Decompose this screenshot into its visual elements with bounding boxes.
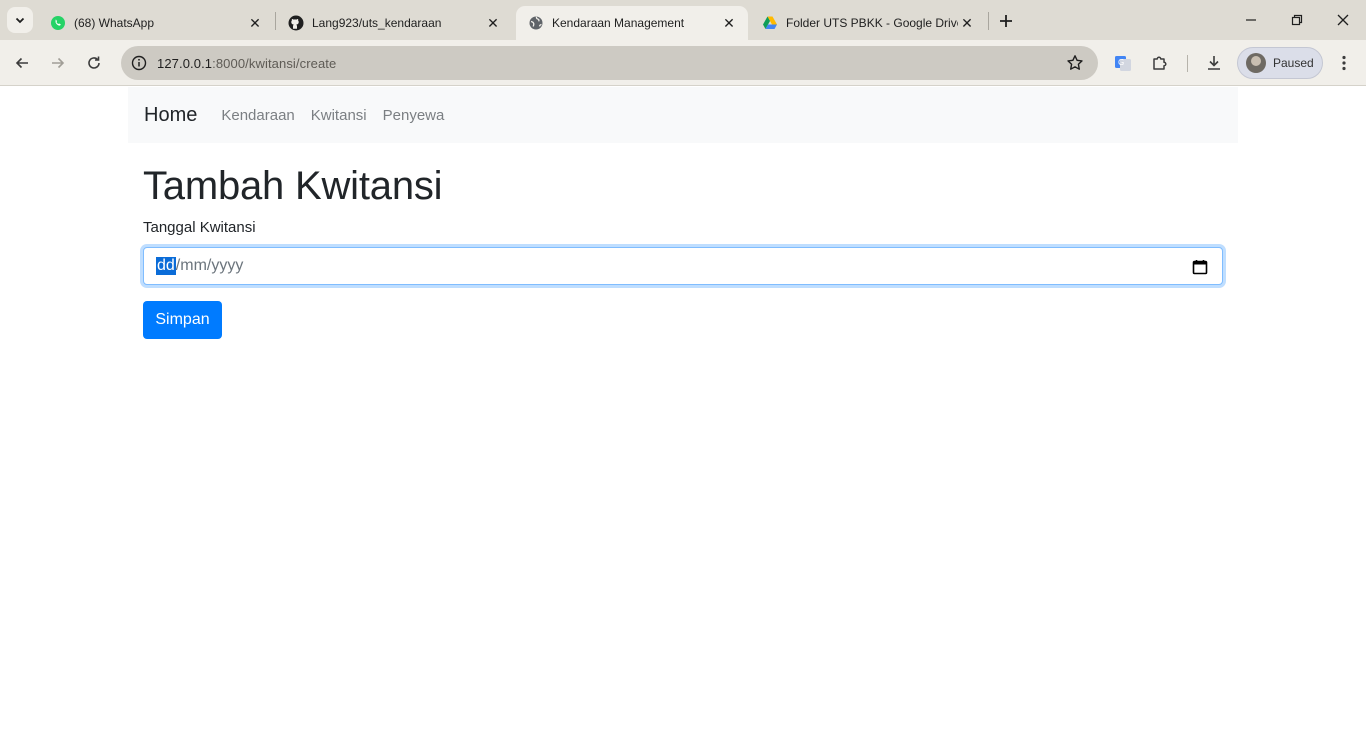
browser-toolbar: 127.0.0.1:8000/kwitansi/create G Paused xyxy=(0,40,1366,86)
date-month-year-segment[interactable]: /mm/yyyy xyxy=(176,257,244,275)
page-title: Tambah Kwitansi xyxy=(143,164,443,208)
date-day-segment[interactable]: dd xyxy=(156,257,176,275)
address-bar[interactable]: 127.0.0.1:8000/kwitansi/create xyxy=(121,46,1098,80)
minimize-icon xyxy=(1246,19,1256,21)
toolbar-divider xyxy=(1187,55,1188,72)
site-navbar: Home Kendaraan Kwitansi Penyewa xyxy=(128,87,1238,143)
avatar xyxy=(1246,53,1266,73)
tab-search-button[interactable] xyxy=(7,7,33,33)
close-tab-icon[interactable]: ✕ xyxy=(720,14,738,32)
browser-menu-button[interactable] xyxy=(1334,52,1354,74)
extensions-button[interactable] xyxy=(1149,52,1171,74)
restore-icon xyxy=(1291,14,1303,26)
globe-icon xyxy=(528,15,544,31)
navbar-brand-home[interactable]: Home xyxy=(144,104,197,127)
date-field-label: Tanggal Kwitansi xyxy=(143,219,256,236)
url-path: :8000/kwitansi/create xyxy=(212,55,337,71)
close-icon xyxy=(1337,14,1349,26)
download-icon xyxy=(1208,56,1220,70)
close-window-button[interactable] xyxy=(1320,0,1366,40)
tab-title: Kendaraan Management xyxy=(552,16,685,30)
tab-whatsapp[interactable]: (68) WhatsApp ✕ xyxy=(38,6,274,40)
plus-icon xyxy=(1000,15,1012,27)
tab-divider xyxy=(988,12,989,30)
save-button[interactable]: Simpan xyxy=(143,301,222,339)
browser-tabstrip: (68) WhatsApp ✕ Lang923/uts_kendaraan ✕ … xyxy=(0,0,1366,40)
nav-link-penyewa[interactable]: Penyewa xyxy=(383,107,445,124)
profile-status: Paused xyxy=(1273,56,1314,70)
arrow-left-icon xyxy=(15,57,28,69)
minimize-button[interactable] xyxy=(1228,0,1274,40)
svg-text:G: G xyxy=(1118,58,1124,67)
tab-google-drive[interactable]: Folder UTS PBKK - Google Drive ✕ xyxy=(750,6,986,40)
translate-button[interactable]: G xyxy=(1112,52,1134,74)
nav-link-kendaraan[interactable]: Kendaraan xyxy=(221,107,294,124)
tab-github[interactable]: Lang923/uts_kendaraan ✕ xyxy=(276,6,512,40)
arrow-right-icon xyxy=(52,57,65,69)
close-tab-icon[interactable]: ✕ xyxy=(484,14,502,32)
reload-button[interactable] xyxy=(80,49,108,77)
whatsapp-icon xyxy=(50,15,66,31)
date-input[interactable]: dd/mm/yyyy xyxy=(143,247,1223,285)
tab-title: Lang923/uts_kendaraan xyxy=(312,16,442,30)
tab-title: (68) WhatsApp xyxy=(74,16,155,30)
url-text: 127.0.0.1:8000/kwitansi/create xyxy=(157,56,336,71)
more-vertical-icon xyxy=(1342,55,1346,71)
calendar-icon[interactable] xyxy=(1192,259,1208,275)
puzzle-icon xyxy=(1153,56,1167,70)
new-tab-button[interactable] xyxy=(994,9,1018,33)
reload-icon xyxy=(88,56,100,69)
page-viewport: Home Kendaraan Kwitansi Penyewa Tambah K… xyxy=(0,87,1366,738)
tab-title: Folder UTS PBKK - Google Drive xyxy=(786,16,958,30)
google-drive-icon xyxy=(762,15,778,31)
google-translate-icon: G xyxy=(1115,56,1131,71)
restore-button[interactable] xyxy=(1274,0,1320,40)
back-button[interactable] xyxy=(8,49,36,77)
chevron-down-icon xyxy=(15,17,25,24)
profile-button[interactable]: Paused xyxy=(1237,47,1323,79)
downloads-button[interactable] xyxy=(1203,52,1225,74)
github-icon xyxy=(288,15,304,31)
nav-link-kwitansi[interactable]: Kwitansi xyxy=(311,107,367,124)
forward-button[interactable] xyxy=(44,49,72,77)
tab-kendaraan-management[interactable]: Kendaraan Management ✕ xyxy=(516,6,748,40)
close-tab-icon[interactable]: ✕ xyxy=(246,14,264,32)
bookmark-star-icon[interactable] xyxy=(1066,54,1084,72)
close-tab-icon[interactable]: ✕ xyxy=(958,14,976,32)
site-info-icon[interactable] xyxy=(129,53,149,73)
url-host: 127.0.0.1 xyxy=(157,55,213,71)
